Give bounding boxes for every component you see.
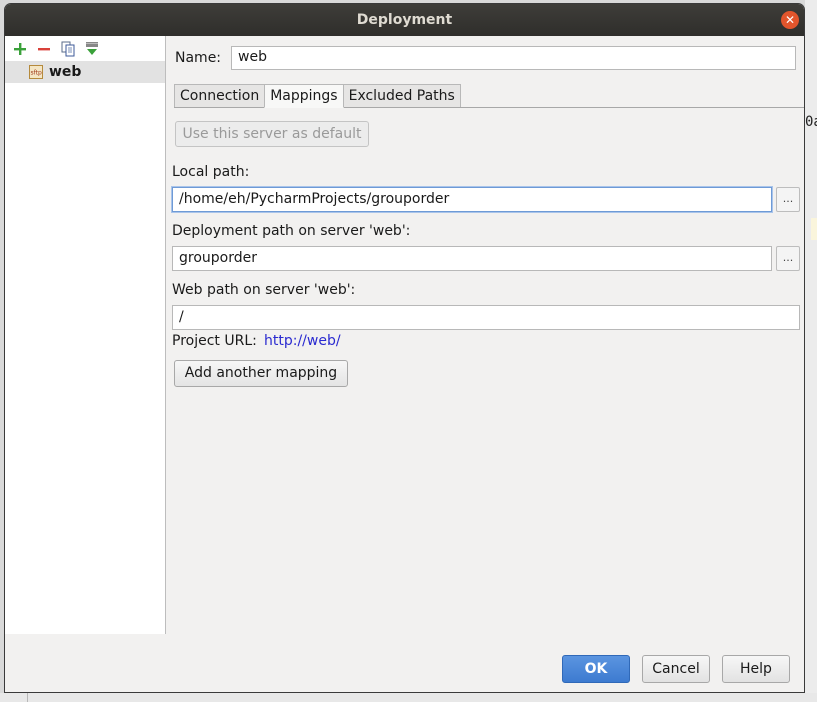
add-another-mapping-button[interactable]: Add another mapping bbox=[174, 360, 348, 387]
minus-icon[interactable] bbox=[35, 40, 53, 58]
background-editor-strip: 0a bbox=[805, 0, 817, 702]
web-path-input[interactable]: / bbox=[172, 305, 800, 330]
window-title: Deployment bbox=[356, 12, 453, 28]
deployment-path-browse-button[interactable]: ... bbox=[776, 246, 800, 271]
project-url-link[interactable]: http://web/ bbox=[264, 333, 341, 349]
server-toolbar bbox=[11, 40, 101, 58]
web-path-label: Web path on server 'web': bbox=[172, 282, 356, 298]
close-button[interactable]: ✕ bbox=[781, 11, 799, 29]
server-item-label: web bbox=[49, 64, 82, 80]
help-button[interactable]: Help bbox=[722, 655, 790, 683]
server-settings-panel: Name: web Connection Mappings Excluded P… bbox=[166, 36, 804, 634]
deployment-path-label: Deployment path on server 'web': bbox=[172, 223, 411, 239]
local-path-input[interactable]: /home/eh/PycharmProjects/grouporder bbox=[172, 187, 772, 212]
copy-icon[interactable] bbox=[59, 40, 77, 58]
name-input[interactable]: web bbox=[231, 46, 796, 70]
background-code-text: 0a bbox=[805, 114, 817, 130]
deployment-path-input[interactable]: grouporder bbox=[172, 246, 772, 271]
tab-connection[interactable]: Connection bbox=[174, 84, 266, 108]
ok-button[interactable]: OK bbox=[562, 655, 630, 683]
background-line-highlight bbox=[811, 218, 817, 240]
svg-text:sftp: sftp bbox=[31, 70, 42, 77]
set-default-icon[interactable] bbox=[83, 40, 101, 58]
sftp-server-icon: sftp bbox=[29, 65, 43, 79]
project-url-label: Project URL: bbox=[172, 333, 257, 349]
close-icon: ✕ bbox=[784, 13, 796, 27]
dialog-footer: OK Cancel Help bbox=[5, 634, 804, 692]
local-path-browse-button[interactable]: ... bbox=[776, 187, 800, 212]
server-list-panel: sftp web bbox=[5, 36, 166, 634]
tab-mappings[interactable]: Mappings bbox=[264, 84, 344, 108]
mappings-tab-content: Use this server as default Local path: /… bbox=[166, 108, 804, 634]
deployment-dialog: Deployment ✕ sftp web Name: web Connecti… bbox=[4, 3, 805, 693]
plus-icon[interactable] bbox=[11, 40, 29, 58]
local-path-label: Local path: bbox=[172, 164, 250, 180]
cancel-button[interactable]: Cancel bbox=[642, 655, 710, 683]
title-bar: Deployment ✕ bbox=[5, 4, 804, 36]
tab-excluded-paths[interactable]: Excluded Paths bbox=[342, 84, 461, 108]
settings-tabs: Connection Mappings Excluded Paths bbox=[174, 84, 461, 108]
use-as-default-button[interactable]: Use this server as default bbox=[175, 121, 369, 147]
name-label: Name: bbox=[175, 50, 222, 66]
server-list-item[interactable]: sftp web bbox=[5, 61, 165, 83]
background-bottom-strip bbox=[0, 693, 817, 702]
